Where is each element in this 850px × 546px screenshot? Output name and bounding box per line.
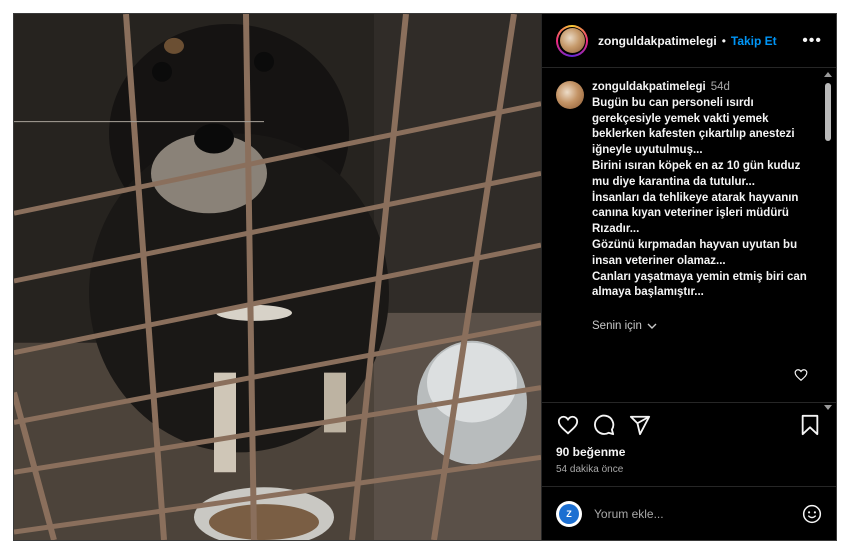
- action-icons: [556, 413, 822, 437]
- dog-in-cage-image: [14, 14, 541, 540]
- caption-line: canına kıyan veteriner işleri müdürü: [592, 207, 789, 220]
- caption-line: Gözünü kırpmadan hayvan uyutan bu: [592, 238, 798, 251]
- post-photo[interactable]: [14, 14, 541, 540]
- caption-line: insan veteriner olamaz...: [592, 254, 726, 267]
- caption-scroll-area[interactable]: zonguldakpatimelegi 54d Bugün bu can pers…: [542, 68, 836, 402]
- translation-label: Senin için: [592, 320, 642, 332]
- caption-line: almaya başlamıştır...: [592, 286, 704, 299]
- scroll-up-arrow-icon[interactable]: [824, 72, 832, 77]
- post-actions: 90 beğenme 54 dakika önce: [542, 402, 836, 486]
- caption-line: iğneyle uyutulmuş...: [592, 144, 703, 157]
- chevron-down-icon: [647, 323, 657, 329]
- caption-time[interactable]: 54d: [711, 81, 730, 93]
- comment-composer: Z: [542, 486, 836, 540]
- caption-avatar[interactable]: [556, 81, 584, 109]
- post-details-panel: zonguldakpatimelegi • Takip Et ••• zongu…: [541, 14, 836, 540]
- caption-line: gerekçesiyle yemek vakti yemek: [592, 112, 769, 125]
- post-header: zonguldakpatimelegi • Takip Et •••: [542, 14, 836, 68]
- comment-like-heart-icon[interactable]: [794, 368, 808, 382]
- avatar[interactable]: [559, 28, 585, 53]
- caption-line: Rızadır...: [592, 223, 640, 236]
- caption-line: Birini ısıran köpek en az 10 gün kuduz: [592, 159, 801, 172]
- comment-bubble-icon: [594, 414, 615, 436]
- caption: zonguldakpatimelegi 54d Bugün bu can pers…: [556, 80, 814, 301]
- follow-button[interactable]: Takip Et: [731, 34, 777, 48]
- like-button[interactable]: [556, 413, 580, 437]
- more-options-icon[interactable]: •••: [802, 32, 822, 49]
- emoji-icon[interactable]: [802, 504, 822, 524]
- caption-line: beklerken kafesten çıkartılıp anestezi: [592, 128, 795, 141]
- caption-line: Canları yaşatmaya yemin etmiş biri can: [592, 270, 807, 283]
- caption-line: mu diye karantina da tutulur...: [592, 175, 755, 188]
- separator-dot: •: [721, 33, 726, 48]
- comment-button[interactable]: [592, 413, 616, 437]
- heart-icon: [557, 415, 579, 435]
- like-count[interactable]: 90 beğenme: [556, 445, 822, 459]
- paper-plane-icon: [629, 415, 651, 436]
- caption-line: İnsanları da tehlikeye atarak hayvanın: [592, 191, 799, 204]
- current-user-avatar: Z: [556, 500, 582, 527]
- instagram-post-modal: zonguldakpatimelegi • Takip Et ••• zongu…: [13, 13, 837, 541]
- bookmark-icon: [801, 414, 819, 436]
- save-button[interactable]: [798, 413, 822, 437]
- story-ring[interactable]: [556, 24, 588, 57]
- caption-username[interactable]: zonguldakpatimelegi: [592, 81, 706, 93]
- caption-body: zonguldakpatimelegi 54d Bugün bu can pers…: [592, 80, 807, 301]
- header-username[interactable]: zonguldakpatimelegi: [598, 34, 717, 48]
- translation-toggle[interactable]: Senin için: [592, 320, 657, 332]
- scroll-thumb[interactable]: [825, 83, 831, 141]
- post-timestamp[interactable]: 54 dakika önce: [556, 464, 822, 475]
- caption-line: Bugün bu can personeli ısırdı: [592, 96, 754, 109]
- caption-scrollbar[interactable]: [823, 70, 833, 412]
- comment-input[interactable]: [594, 506, 802, 521]
- share-button[interactable]: [628, 413, 652, 437]
- user-logo-icon: Z: [559, 503, 579, 524]
